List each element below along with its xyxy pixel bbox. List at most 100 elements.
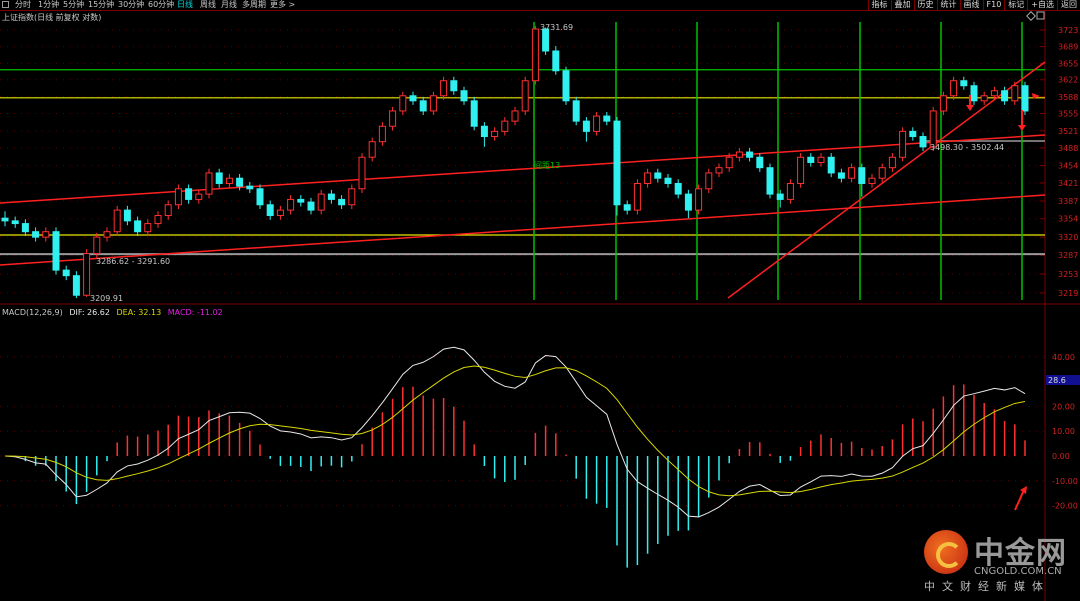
kline-chart[interactable]: 3723 3689 3655 3622 3588 3555 3521 3488 3454 3421… (0, 0, 1080, 601)
candle (134, 216, 142, 237)
candle (766, 163, 774, 199)
candle-body (62, 269, 70, 277)
toolbar-button-5[interactable]: F10 (982, 0, 1005, 10)
tab-6[interactable]: 日线 (177, 0, 193, 10)
candle-body (21, 223, 29, 233)
candle (684, 189, 692, 219)
tab-3[interactable]: 15分钟 (88, 0, 114, 10)
candle-body (929, 110, 937, 148)
candle (276, 205, 284, 220)
candle (817, 153, 825, 167)
price-tick-label: 3454 (1058, 162, 1078, 171)
toolbar-button-2[interactable]: 历史 (913, 0, 937, 10)
toolbar-button-1[interactable]: 叠加 (890, 0, 914, 10)
candle (185, 184, 193, 204)
candle-body (164, 204, 172, 216)
candle-body (786, 182, 794, 200)
toolbar-button-7[interactable]: +自选 (1027, 0, 1057, 10)
price-annotation: 3498.30 - 3502.44 (930, 143, 1004, 152)
candle-body (725, 156, 733, 169)
candle-body (42, 231, 50, 238)
candle-body (888, 156, 896, 169)
arrow-head (966, 105, 974, 111)
macd-tick-label: -20.00 (1052, 502, 1078, 511)
candle-body (827, 156, 835, 174)
candle (491, 127, 499, 141)
candle-body (174, 188, 182, 206)
candle-body (797, 156, 805, 184)
candle-body (317, 193, 325, 211)
candle-body (491, 130, 499, 138)
tab-1[interactable]: 1分钟 (38, 0, 59, 10)
candle (613, 117, 621, 216)
candle-body (695, 188, 703, 211)
price-tick-label: 3421 (1058, 179, 1078, 188)
candle-body (1011, 85, 1019, 102)
candle (368, 137, 376, 162)
candle-body (970, 85, 978, 102)
candle (562, 66, 570, 105)
toolbar-button-0[interactable]: 指标 (867, 0, 891, 10)
candle-body (297, 198, 305, 203)
candle-body (705, 172, 713, 190)
panel-toggle-icon[interactable] (2, 1, 9, 8)
candle (215, 168, 223, 188)
price-annotation: 间距13 (534, 161, 560, 170)
candle-body (613, 120, 621, 206)
tab-8[interactable]: 月线 (221, 0, 237, 10)
diamond-icon (1026, 11, 1036, 21)
candle (1001, 86, 1009, 105)
tab-10[interactable]: 更多 > (270, 0, 295, 10)
price-tick-label: 3689 (1058, 43, 1078, 52)
tab-9[interactable]: 多周期 (242, 0, 266, 10)
candle (144, 219, 152, 237)
toolbar-button-8[interactable]: 返回 (1057, 0, 1080, 10)
price-annotation: 3209.91 (90, 294, 123, 303)
price-tick-label: 3655 (1058, 59, 1078, 68)
candle-body (858, 167, 866, 184)
candle (205, 168, 213, 199)
candle-body (654, 172, 662, 179)
tab-4[interactable]: 30分钟 (118, 0, 144, 10)
candle (501, 117, 509, 136)
candle (674, 179, 682, 199)
price-tick-label: 3622 (1058, 76, 1078, 85)
candle-body (919, 136, 927, 148)
candle-body (307, 201, 315, 211)
tab-7[interactable]: 周线 (200, 0, 216, 10)
candle-body (582, 120, 590, 132)
price-annotation: 3731.69 (540, 23, 573, 32)
candle (888, 153, 896, 172)
candle (878, 163, 886, 183)
toolbar-button-6[interactable]: 标记 (1004, 0, 1027, 10)
candle-body (225, 177, 233, 184)
candle-body (195, 193, 203, 200)
candle (797, 153, 805, 188)
tab-2[interactable]: 5分钟 (63, 0, 84, 10)
toolbar-button-4[interactable]: 画线 (959, 0, 983, 10)
candle-body (236, 177, 244, 187)
candle (746, 147, 754, 162)
macd-dif: DIF: 26.62 (69, 308, 110, 317)
toolbar-button-3[interactable]: 统计 (936, 0, 960, 10)
candle (807, 153, 815, 167)
candle (827, 153, 835, 178)
tab-5[interactable]: 60分钟 (148, 0, 174, 10)
price-tick-label: 3555 (1058, 109, 1078, 118)
candle-body (562, 70, 570, 102)
candle (654, 168, 662, 183)
candle (409, 91, 417, 105)
candle (174, 184, 182, 210)
candle (389, 106, 397, 131)
candle-body (664, 177, 672, 184)
candle (123, 205, 131, 226)
candle (419, 96, 427, 116)
candle-body (735, 151, 743, 158)
candle-body (419, 100, 427, 112)
candle-body (521, 80, 529, 112)
candle (246, 181, 254, 194)
candle (868, 173, 876, 188)
tab-0[interactable]: 分时 (15, 0, 31, 10)
candle (623, 200, 631, 215)
candle-body (684, 193, 692, 211)
